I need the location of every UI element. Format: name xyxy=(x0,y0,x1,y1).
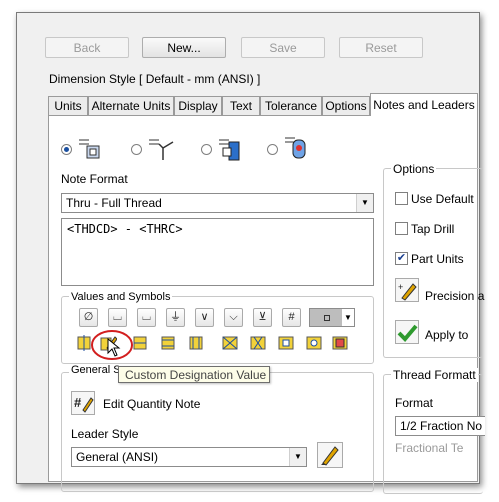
edit-quantity-note-label: Edit Quantity Note xyxy=(103,397,201,411)
tab-tolerance[interactable]: Tolerance xyxy=(260,96,322,115)
tab-display[interactable]: Display xyxy=(174,96,222,115)
radio-punch-note[interactable] xyxy=(267,144,278,155)
chevron-down-icon: ▼ xyxy=(289,448,306,466)
leader-style-label: Leader Style xyxy=(71,427,139,441)
dimension-style-title: Dimension Style [ Default - mm (ANSI) ] xyxy=(49,72,261,86)
precision-label: Precision a xyxy=(425,289,485,303)
tap-drill-checkbox[interactable] xyxy=(395,222,408,235)
reset-button[interactable]: Reset xyxy=(339,37,423,58)
pitch-value-icon[interactable] xyxy=(187,334,205,352)
counterbore-symbol-button[interactable]: ⌴ xyxy=(108,308,127,327)
fractional-text-label: Fractional Te xyxy=(395,441,464,455)
leader-style-value: General (ANSI) xyxy=(76,450,159,464)
new-button[interactable]: New... xyxy=(142,37,226,58)
svg-text:+: + xyxy=(398,282,403,292)
class-value-icon[interactable] xyxy=(159,334,177,352)
tab-notes-and-leaders[interactable]: Notes and Leaders xyxy=(370,93,478,116)
notes-panel: Note Format Thru - Full Thread ▼ <THDCD>… xyxy=(48,115,485,494)
note-format-select[interactable]: Thru - Full Thread ▼ xyxy=(61,193,374,213)
radio-leader-note[interactable] xyxy=(131,144,142,155)
depth-symbol-button[interactable]: ⏚ xyxy=(166,308,185,327)
leader-note-icon xyxy=(149,139,174,160)
quantity-symbol-button[interactable]: # xyxy=(282,308,301,327)
chamfer-note-icon xyxy=(219,139,240,161)
chevron-down-icon: ▼ xyxy=(356,194,373,212)
pencil-icon xyxy=(321,446,339,466)
countersink-symbol-button[interactable]: ∨ xyxy=(195,308,214,327)
check-icon xyxy=(397,324,418,342)
hole-note-icon xyxy=(79,139,100,159)
thread-depth-symbol-button[interactable]: ⊻ xyxy=(253,308,272,327)
apply-label: Apply to xyxy=(425,328,469,342)
thread-format-label: Thread Formatt xyxy=(391,368,478,382)
tap-drill-label: Tap Drill xyxy=(411,222,455,236)
tab-units[interactable]: Units xyxy=(48,96,88,115)
chevron-down-icon: ▼ xyxy=(342,309,354,326)
part-units-label: Part Units xyxy=(411,252,464,266)
countersink-depth-symbol-button[interactable]: ⌵ xyxy=(224,308,243,327)
use-default-checkbox[interactable] xyxy=(395,192,408,205)
precision-button[interactable]: + xyxy=(395,278,419,302)
options-label: Options xyxy=(391,162,437,176)
note-format-value: Thru - Full Thread xyxy=(66,196,162,210)
spotface-symbol-button[interactable]: ⌴ xyxy=(137,308,156,327)
tooltip-custom-designation: Custom Designation Value xyxy=(118,366,270,383)
note-format-textarea[interactable]: <THDCD> - <THRC> xyxy=(61,218,374,286)
edit-quantity-note-button[interactable]: # xyxy=(71,391,95,415)
precision-icon: + xyxy=(398,282,417,301)
note-format-label: Note Format xyxy=(61,172,128,186)
diameter-symbol-button[interactable]: ∅ xyxy=(79,308,98,327)
tab-text[interactable]: Text xyxy=(222,96,260,115)
save-button[interactable]: Save xyxy=(241,37,325,58)
format-label: Format xyxy=(395,396,434,410)
leader-style-edit-button[interactable] xyxy=(317,442,343,468)
thread-format-select[interactable]: 1/2 Fraction No xyxy=(395,416,485,436)
use-default-label: Use Default xyxy=(411,192,474,206)
tab-alternate-units[interactable]: Alternate Units xyxy=(88,96,174,115)
svg-text:#: # xyxy=(74,395,82,410)
tab-options[interactable]: Options xyxy=(322,96,370,115)
hole-depth-value-icon[interactable] xyxy=(277,334,295,352)
square-icon xyxy=(324,315,330,321)
symbol-dropdown[interactable]: ▼ xyxy=(309,308,355,327)
mouse-cursor-icon xyxy=(107,338,121,357)
apply-button[interactable] xyxy=(395,320,419,344)
minor-diameter-value-icon[interactable] xyxy=(249,334,267,352)
edit-quantity-icon: # xyxy=(74,395,94,413)
values-symbols-label: Values and Symbols xyxy=(69,291,173,303)
radio-chamfer-note[interactable] xyxy=(201,144,212,155)
hole-diameter-value-icon[interactable] xyxy=(305,334,323,352)
back-button[interactable]: Back xyxy=(45,37,129,58)
leader-style-select[interactable]: General (ANSI) ▼ xyxy=(71,447,307,467)
thread-length-value-icon[interactable] xyxy=(331,334,349,352)
part-units-checkbox[interactable]: ✔ xyxy=(395,252,408,265)
radio-hole-note[interactable] xyxy=(61,144,72,155)
punch-note-icon xyxy=(285,137,306,159)
major-diameter-value-icon[interactable] xyxy=(221,334,239,352)
thread-format-value: 1/2 Fraction No xyxy=(400,419,483,433)
